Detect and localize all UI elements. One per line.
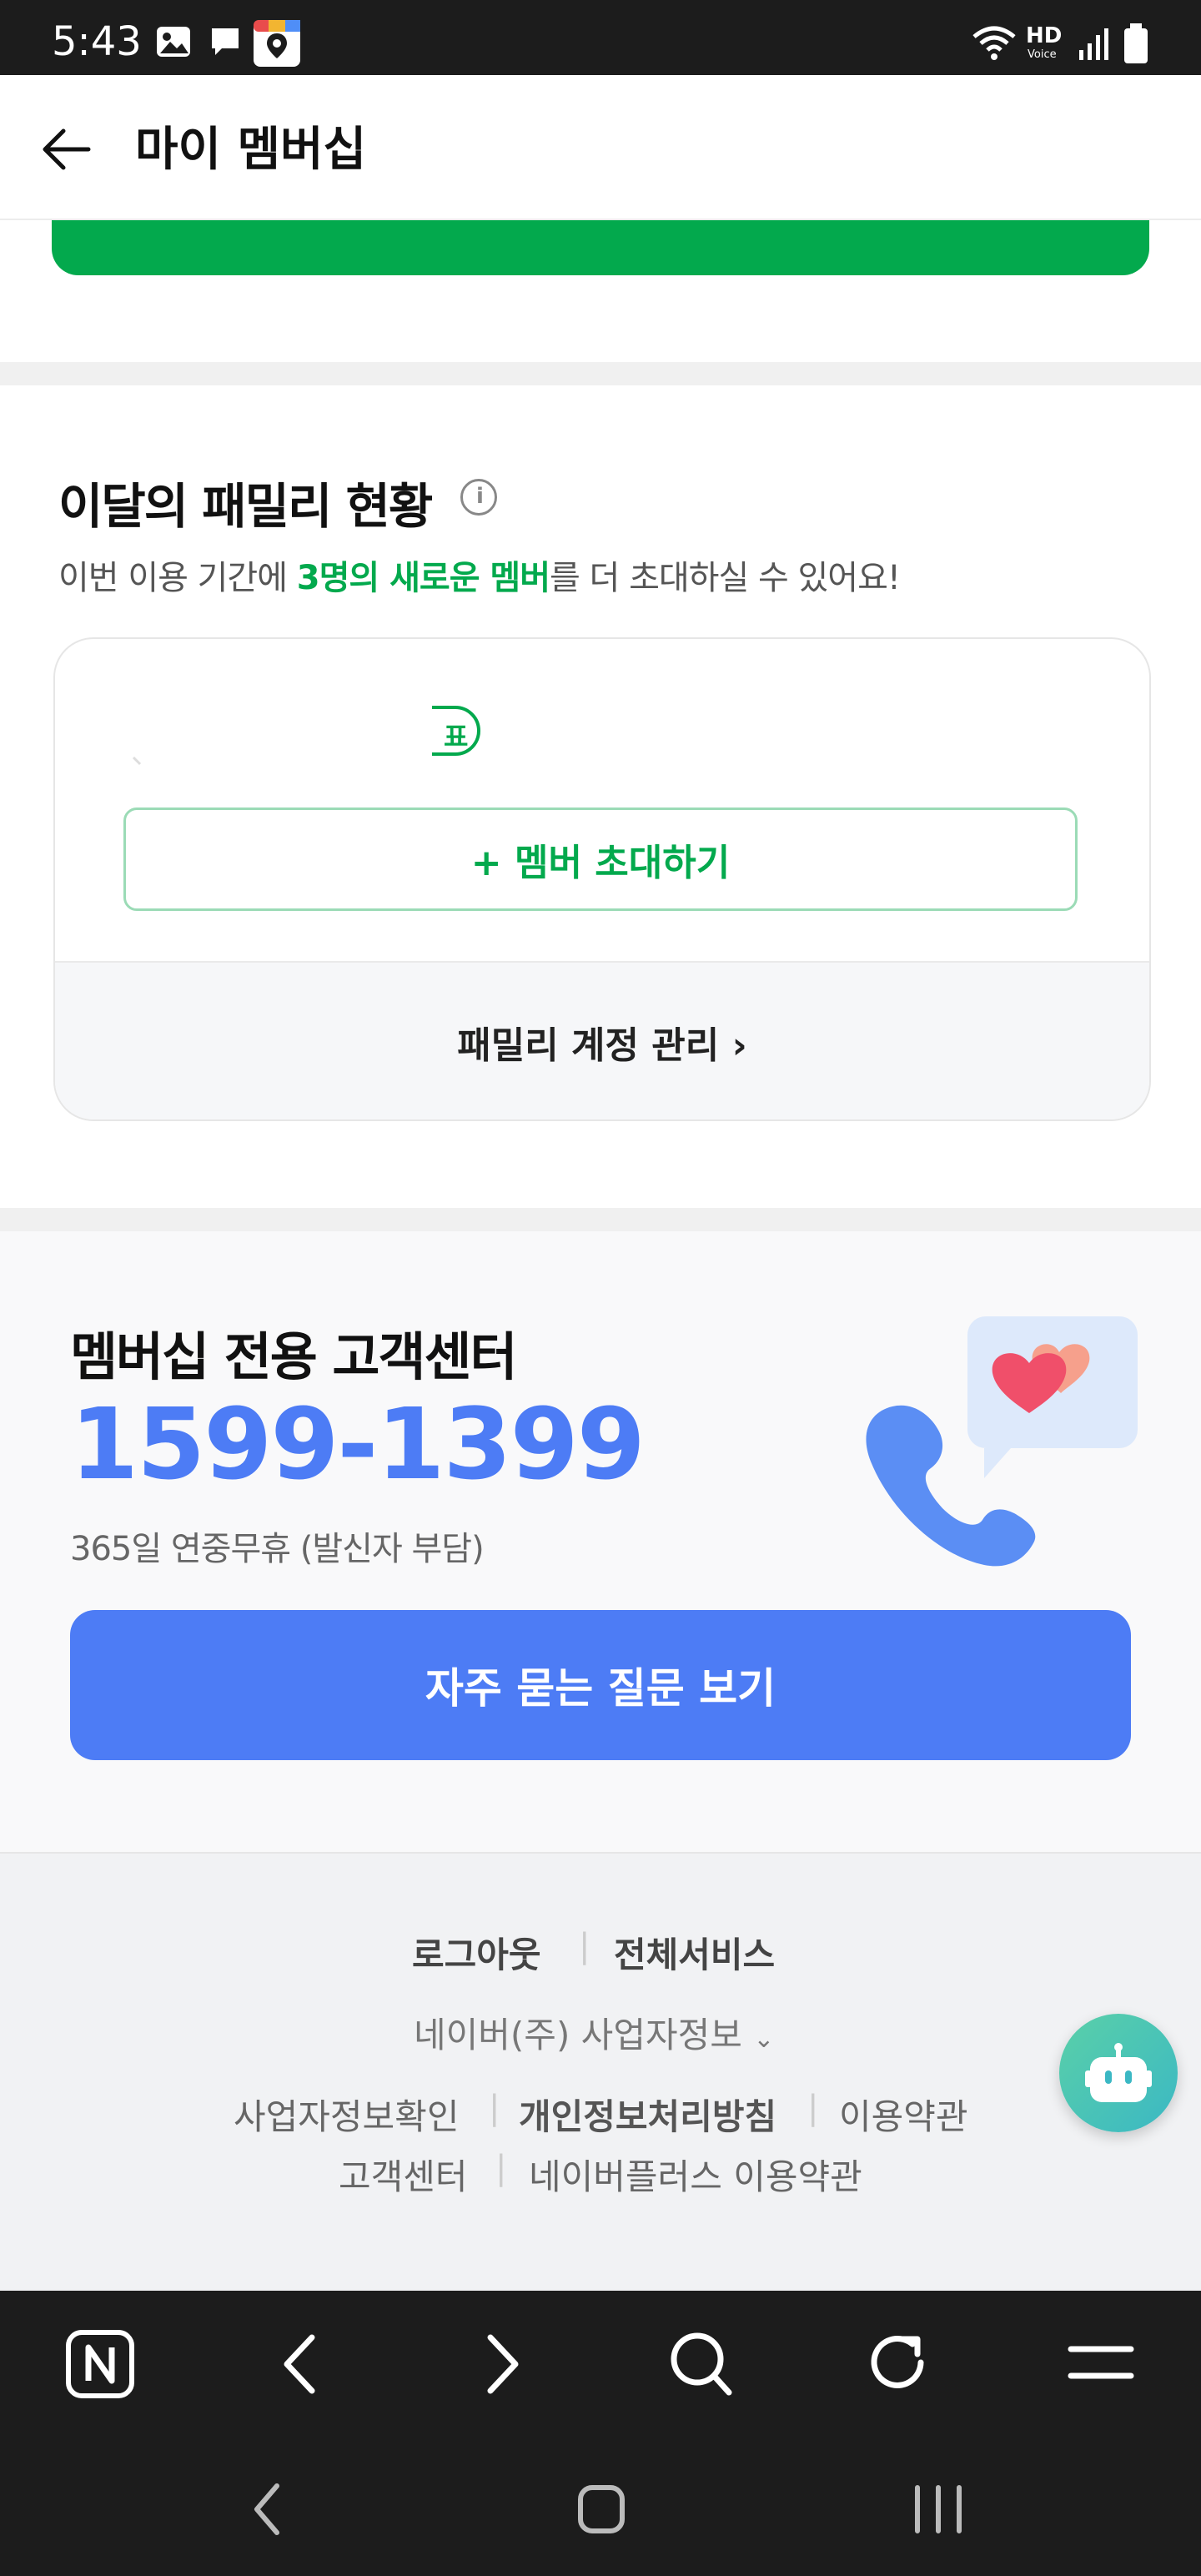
representative-badge: 표 — [444, 721, 469, 752]
family-account-manage-link[interactable]: 패밀리 계정 관리 › — [55, 963, 1149, 1119]
all-services-link[interactable]: 전체서비스 — [614, 1927, 775, 1978]
page-title: 마이 멤버십 — [135, 123, 367, 177]
battery-icon — [1124, 23, 1148, 63]
heart-chat-icon — [866, 1316, 1138, 1567]
info-icon[interactable]: i — [460, 479, 497, 516]
footer-link-privacy[interactable]: 개인정보처리방침 — [519, 2089, 776, 2140]
customer-center-section: 멤버십 전용 고객센터 1599-1399 365일 연중무휴 (발신자 부담)… — [0, 1231, 1201, 1852]
footer-separator: | — [807, 2089, 819, 2127]
footer-separator: | — [489, 2089, 500, 2127]
business-info-label: 네이버(주) 사업자정보 — [414, 2015, 742, 2055]
message-icon — [212, 28, 239, 55]
family-status-subtitle: 이번 이용 기간에 3명의 새로운 멤버를 더 초대하실 수 있어요! — [58, 551, 901, 599]
chatbot-button[interactable] — [1059, 2014, 1178, 2132]
chevron-down-icon: ⌄ — [753, 2025, 775, 2054]
section-divider — [0, 362, 1201, 385]
home-icon[interactable] — [575, 2483, 629, 2536]
page-header: 마이 멤버십 — [0, 75, 1201, 220]
arrow-left-icon[interactable] — [38, 122, 93, 177]
customer-center-phone[interactable]: 1599-1399 — [70, 1386, 646, 1502]
section-divider — [0, 1208, 1201, 1231]
family-card-footer: 패밀리 계정 관리 › — [55, 961, 1149, 1119]
footer-link-customer-center[interactable]: 고객센터 — [339, 2149, 468, 2200]
subtitle-highlight: 3명의 새로운 멤버 — [296, 559, 550, 597]
family-status-title: 이달의 패밀리 현황 — [58, 478, 433, 535]
footer-link-biz-check[interactable]: 사업자정보확인 — [234, 2089, 459, 2140]
system-back-icon[interactable] — [247, 2481, 287, 2538]
search-icon[interactable] — [667, 2329, 734, 2399]
invite-member-button[interactable]: + 멤버 초대하기 — [123, 808, 1078, 911]
browser-bottom-bar — [0, 2291, 1201, 2576]
business-info-toggle[interactable]: 네이버(주) 사업자정보 ⌄ — [414, 2007, 774, 2058]
maps-app-icon — [254, 20, 300, 67]
footer-link-naverplus-terms[interactable]: 네이버플러스 이용약관 — [529, 2149, 862, 2200]
customer-center-hours: 365일 연중무휴 (발신자 부담) — [70, 1530, 485, 1568]
logout-link[interactable]: 로그아웃 — [412, 1927, 541, 1978]
family-card: 표 + 멤버 초대하기 패밀리 계정 관리 › — [53, 637, 1151, 1121]
signal-icon — [1079, 28, 1108, 60]
footer-link-terms[interactable]: 이용약관 — [839, 2089, 968, 2140]
subtitle-text-pre: 이번 이용 기간에 — [58, 559, 297, 597]
hd-label: HD — [1026, 23, 1063, 48]
voice-label: Voice — [1028, 48, 1057, 61]
recents-icon[interactable] — [909, 2481, 967, 2538]
wifi-icon — [972, 26, 1016, 60]
subtitle-text-post: 를 더 초대하실 수 있어요! — [550, 559, 901, 597]
refresh-icon[interactable] — [867, 2329, 934, 2399]
back-chevron-icon[interactable] — [275, 2332, 325, 2396]
menu-icon[interactable] — [1066, 2341, 1136, 2387]
membership-banner-bottom[interactable] — [52, 220, 1149, 275]
customer-center-title: 멤버십 전용 고객센터 — [70, 1326, 518, 1387]
status-time: 5:43 — [52, 18, 142, 65]
gallery-icon — [157, 27, 190, 57]
forward-chevron-icon[interactable] — [477, 2332, 527, 2396]
faq-button[interactable]: 자주 묻는 질문 보기 — [70, 1610, 1131, 1760]
page-footer: 로그아웃 | 전체서비스 네이버(주) 사업자정보 ⌄ 사업자정보확인 | 개인… — [0, 1852, 1201, 2292]
footer-separator: | — [579, 1927, 590, 1965]
naver-n-icon[interactable] — [65, 2329, 135, 2399]
footer-separator: | — [495, 2149, 507, 2187]
robot-icon — [1085, 2043, 1152, 2102]
status-bar: 5:43 HD Voice — [0, 0, 1201, 75]
